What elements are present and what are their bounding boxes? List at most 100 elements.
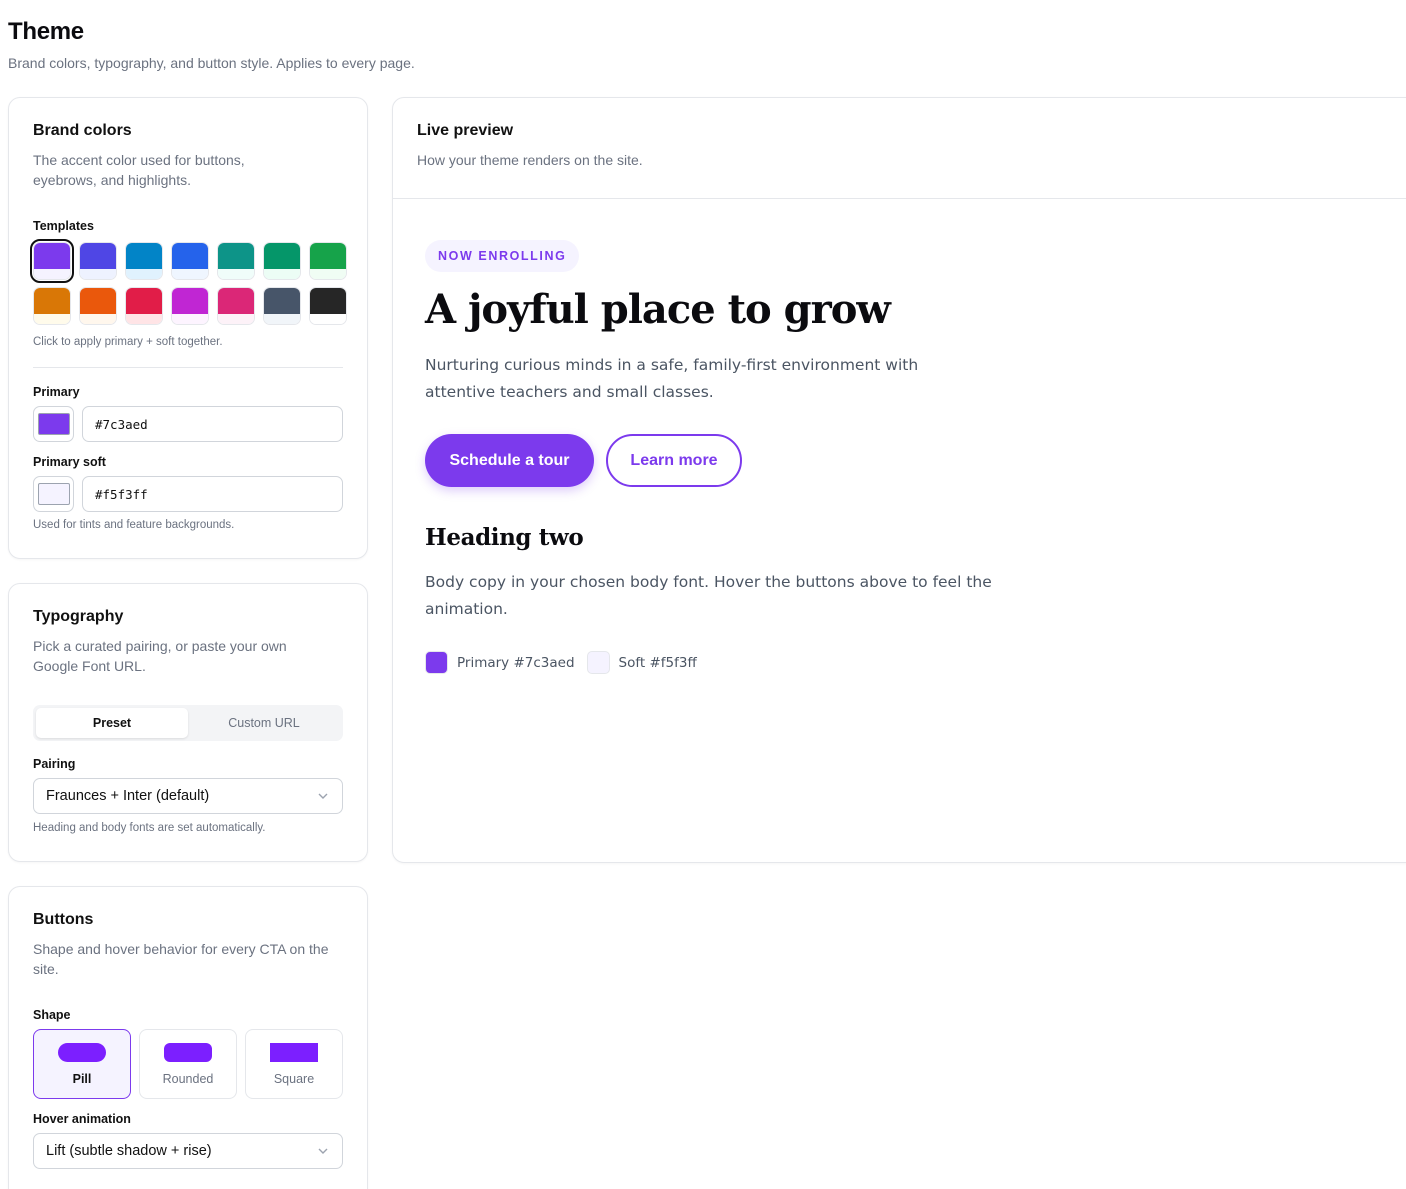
template-swatch[interactable] (125, 242, 163, 280)
shape-option-pill[interactable]: Pill (33, 1029, 131, 1099)
shape-option-label: Rounded (162, 1071, 214, 1086)
square-shape-sample (270, 1042, 318, 1062)
body-copy: Body copy in your chosen body font. Hove… (425, 573, 992, 618)
swatch-primary (126, 288, 162, 314)
theme-settings-page: Theme Brand colors, typography, and butt… (0, 0, 1406, 1189)
heading-two: Heading two (425, 524, 584, 551)
swatch-soft (310, 269, 346, 279)
swatch-primary (126, 243, 162, 269)
template-swatch[interactable] (217, 287, 255, 325)
hover-animation-label: Hover animation (33, 1112, 131, 1126)
legend-primary-label: Primary #7c3aed (457, 654, 575, 671)
legend-soft: Soft #f5f3ff (586, 651, 697, 674)
swatch-primary (310, 243, 346, 269)
buttons-desc: Shape and hover behavior for every CTA o… (33, 941, 329, 977)
shape-option-rounded[interactable]: Rounded (139, 1029, 237, 1099)
swatch-soft (172, 314, 208, 324)
primary-hex-input[interactable] (82, 406, 343, 442)
swatch-primary (310, 288, 346, 314)
template-swatch[interactable] (79, 242, 117, 280)
tab-custom-url[interactable]: Custom URL (188, 708, 340, 738)
brand-colors-card: Brand colors The accent color used for b… (8, 97, 368, 559)
swatch-primary (80, 243, 116, 269)
swatch-primary (34, 288, 70, 314)
swatch-soft (126, 269, 162, 279)
legend-primary-swatch (425, 651, 448, 674)
shape-options: Pill Rounded Square (33, 1029, 343, 1099)
primary-soft-color-picker[interactable] (33, 476, 74, 512)
swatch-soft (218, 269, 254, 279)
swatch-soft (264, 269, 300, 279)
template-swatch[interactable] (171, 242, 209, 280)
template-swatch[interactable] (125, 287, 163, 325)
font-source-toggle: Preset Custom URL (33, 705, 343, 741)
templates-label: Templates (33, 219, 94, 233)
primary-color-picker[interactable] (33, 406, 74, 442)
pill-shape-sample (58, 1042, 106, 1062)
shape-option-label: Square (273, 1071, 315, 1086)
swatch-soft (310, 314, 346, 324)
hover-animation-value: Lift (subtle shadow + rise) (46, 1143, 212, 1159)
template-swatch[interactable] (171, 287, 209, 325)
legend-primary: Primary #7c3aed (425, 651, 575, 674)
eyebrow-badge: NOW ENROLLING (425, 240, 580, 272)
tab-preset[interactable]: Preset (36, 708, 188, 738)
brand-colors-title: Brand colors (33, 122, 132, 139)
swatch-primary (218, 288, 254, 314)
live-preview-header: Live preview How your theme renders on t… (393, 98, 1406, 199)
swatch-primary (80, 288, 116, 314)
buttons-title: Buttons (33, 911, 94, 928)
swatch-soft (172, 269, 208, 279)
color-legend: Primary #7c3aed Soft #f5f3ff (425, 651, 709, 674)
swatch-primary (218, 243, 254, 269)
template-swatch[interactable] (309, 287, 347, 325)
chevron-down-icon (318, 1148, 328, 1154)
live-preview-desc: How your theme renders on the site. (417, 152, 643, 168)
template-swatch[interactable] (263, 287, 301, 325)
hover-animation-select[interactable]: Lift (subtle shadow + rise) (33, 1133, 343, 1169)
template-swatch[interactable] (30, 239, 74, 283)
swatch-soft (126, 314, 162, 324)
brand-colors-desc: The accent color used for buttons, eyebr… (33, 152, 245, 188)
learn-more-button[interactable]: Learn more (606, 434, 742, 487)
swatch-soft (264, 314, 300, 324)
template-swatch[interactable] (79, 287, 117, 325)
soft-hint: Used for tints and feature backgrounds. (33, 519, 235, 531)
shape-option-label: Pill (72, 1071, 92, 1086)
template-swatch[interactable] (217, 242, 255, 280)
template-swatch[interactable] (33, 287, 71, 325)
typography-card: Typography Pick a curated pairing, or pa… (8, 583, 368, 862)
primary-soft-color-row (33, 476, 343, 512)
swatch-soft (34, 314, 70, 324)
template-swatch[interactable] (263, 242, 301, 280)
swatch-primary (264, 288, 300, 314)
swatch-primary (172, 288, 208, 314)
typography-title: Typography (33, 608, 124, 625)
primary-label: Primary (33, 385, 80, 399)
swatch-primary (172, 243, 208, 269)
typography-desc: Pick a curated pairing, or paste your ow… (33, 638, 287, 674)
primary-soft-hex-input[interactable] (82, 476, 343, 512)
chevron-down-icon (318, 793, 328, 799)
page-subtitle: Brand colors, typography, and button sty… (8, 55, 415, 71)
swatch-soft (218, 314, 254, 324)
buttons-card: Buttons Shape and hover behavior for eve… (8, 886, 368, 1189)
shape-option-square[interactable]: Square (245, 1029, 343, 1099)
primary-color-row (33, 406, 343, 442)
templates-hint: Click to apply primary + soft together. (33, 336, 223, 348)
live-preview-title: Live preview (417, 122, 514, 139)
schedule-tour-button[interactable]: Schedule a tour (425, 434, 594, 487)
swatch-soft (80, 269, 116, 279)
legend-soft-label: Soft #f5f3ff (618, 654, 697, 671)
swatch-soft (80, 314, 116, 324)
template-swatch[interactable] (309, 242, 347, 280)
legend-soft-swatch (586, 651, 610, 674)
pairing-select[interactable]: Fraunces + Inter (default) (33, 778, 343, 814)
primary-soft-color-chip (37, 483, 70, 505)
page-title: Theme (8, 18, 84, 45)
hero-body: Nurturing curious minds in a safe, famil… (425, 356, 919, 401)
rounded-shape-sample (164, 1042, 212, 1062)
pairing-select-value: Fraunces + Inter (default) (46, 788, 210, 804)
hero-title: A joyful place to grow (425, 286, 891, 333)
swatch-primary (34, 243, 70, 269)
